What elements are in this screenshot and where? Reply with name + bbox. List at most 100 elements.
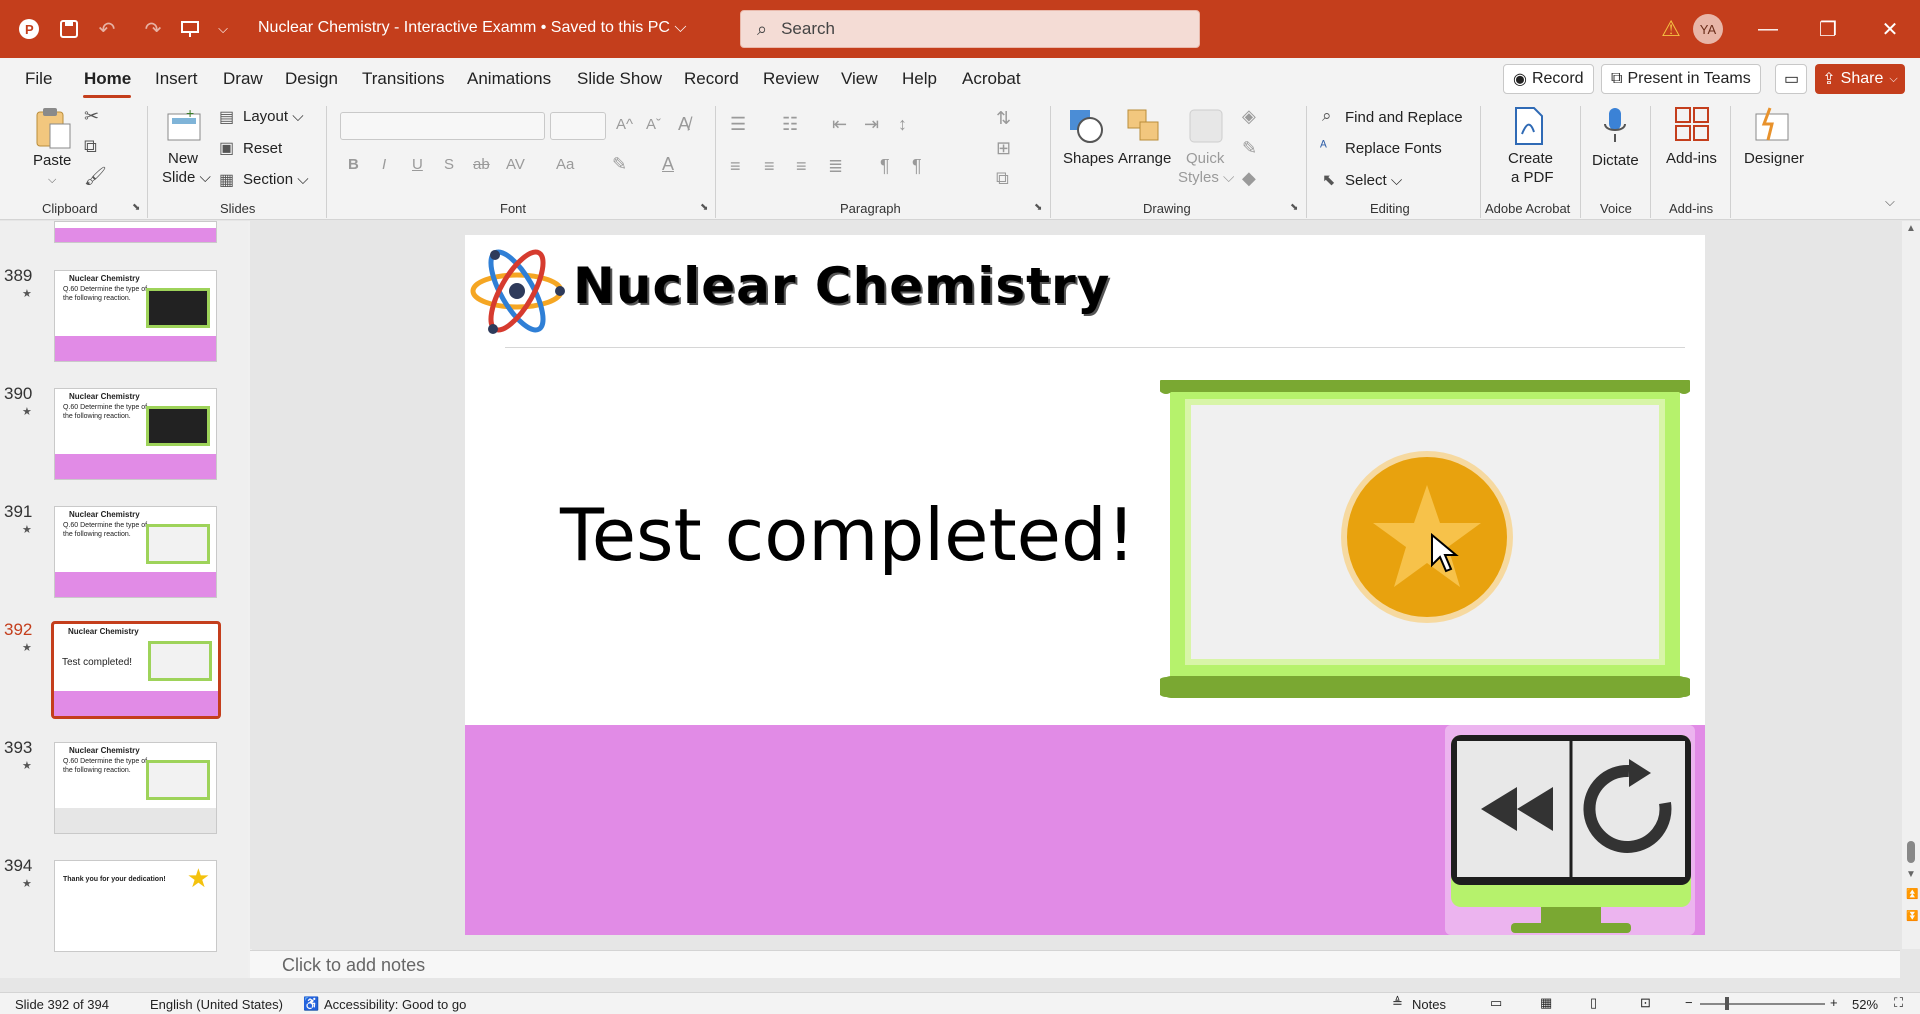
zoom-in-icon[interactable]: + [1830,995,1838,1010]
add-ins-icon[interactable] [1674,106,1710,147]
align-right-icon[interactable]: ≡ [796,156,807,177]
align-left-icon[interactable]: ≡ [730,156,741,177]
grow-font-button[interactable]: A^ [616,116,633,133]
zoom-slider[interactable] [1700,1003,1825,1005]
slide-canvas[interactable]: Nuclear Chemistry Test completed! [465,235,1705,935]
zoom-out-icon[interactable]: − [1685,995,1693,1010]
warning-icon[interactable]: ⚠ [1656,14,1686,44]
slide-thumbnail[interactable]: Thank you for your dedication! ★ [54,860,217,952]
slide-thumbnail[interactable]: Nuclear Chemistry Q.60 Determine the typ… [54,742,217,834]
smartart-icon[interactable]: ⧉ [996,168,1009,189]
tab-file[interactable]: File [25,69,52,89]
restart-button[interactable] [1573,749,1685,869]
fit-slide-icon[interactable]: ⛶ [1894,995,1903,1011]
slide-thumbnail[interactable] [54,221,217,243]
dialog-launcher-icon[interactable]: ⬊ [700,202,708,213]
comments-button[interactable]: ▭ [1775,64,1807,94]
font-family-select[interactable] [340,112,545,140]
microphone-icon[interactable] [1602,106,1628,151]
align-center-icon[interactable]: ≡ [764,156,775,177]
reset-button[interactable]: Reset [243,140,282,157]
layout-button[interactable]: Layout ⌵ [243,108,304,125]
select-button[interactable]: Select ⌵ [1345,172,1402,189]
search-input[interactable] [781,19,1162,39]
slide-sorter-icon[interactable]: ▦ [1540,995,1552,1011]
justify-icon[interactable]: ≣ [828,156,843,177]
zoom-level[interactable]: 52% [1852,997,1878,1012]
gold-star-medal-icon[interactable] [1339,449,1515,629]
increase-indent-icon[interactable]: ⇥ [864,114,879,135]
create-pdf-label[interactable]: Create [1508,150,1553,167]
chevron-down-icon[interactable]: ⌵ [48,174,56,187]
collapse-ribbon-icon[interactable]: ⌵ [1885,194,1895,210]
copy-icon[interactable]: ⧉ [84,136,97,157]
cut-icon[interactable]: ✂ [84,106,99,127]
quick-styles-label-2[interactable]: Styles ⌵ [1178,169,1234,186]
replace-fonts-icon[interactable]: ᴬ [1320,138,1327,155]
shadow-button[interactable]: S [444,156,454,173]
text-direction-icon[interactable]: ⇅ [996,108,1011,129]
notes-toggle[interactable]: Notes [1412,997,1446,1012]
paste-icon[interactable] [33,106,73,155]
strikethrough-button[interactable]: ab [473,156,490,173]
present-in-teams-button[interactable]: ⧉ Present in Teams [1601,64,1761,94]
new-slide-icon[interactable]: + [164,105,204,151]
section-button[interactable]: Section ⌵ [243,171,309,188]
tab-slide-show[interactable]: Slide Show [577,69,662,89]
notes-icon[interactable]: ≜ [1392,995,1403,1011]
tab-home[interactable]: Home [84,69,131,89]
find-and-replace-button[interactable]: Find and Replace [1345,109,1463,126]
create-pdf-label-2[interactable]: a PDF [1511,169,1554,186]
avatar[interactable]: YA [1693,14,1723,44]
slide-show-icon[interactable]: ⊡ [1640,995,1651,1011]
create-pdf-icon[interactable] [1512,106,1544,151]
shrink-font-button[interactable]: Aˇ [646,116,661,133]
document-title[interactable]: Nuclear Chemistry - Interactive Examm • … [258,19,687,37]
zoom-slider-thumb[interactable] [1725,997,1729,1010]
shapes-icon[interactable] [1066,106,1106,151]
quick-styles-label[interactable]: Quick [1186,150,1224,167]
search-box[interactable]: ⌕ [740,10,1200,48]
slide-thumbnail[interactable]: Nuclear Chemistry Q.60 Determine the typ… [54,270,217,362]
designer-label[interactable]: Designer [1744,150,1804,167]
bold-button[interactable]: B [348,156,359,173]
designer-icon[interactable] [1752,106,1792,151]
find-icon[interactable]: ⌕ [1322,106,1332,126]
tab-help[interactable]: Help [902,69,937,89]
format-painter-icon[interactable]: 🖌 [84,166,107,187]
undo-icon[interactable]: ↶ [92,14,122,44]
restore-icon[interactable]: ❐ [1808,10,1848,48]
clear-formatting-icon[interactable]: A̸ [678,114,690,135]
new-slide-label-2[interactable]: Slide ⌵ [162,169,211,186]
save-icon[interactable] [54,14,84,44]
tab-draw[interactable]: Draw [223,69,263,89]
customize-toolbar-icon[interactable]: ⌵ [208,14,238,44]
dialog-launcher-icon[interactable]: ⬊ [132,202,140,213]
accessibility-status[interactable]: Accessibility: Good to go [324,997,466,1012]
align-text-icon[interactable]: ⊞ [996,138,1011,159]
minimize-icon[interactable]: — [1748,10,1788,48]
tab-insert[interactable]: Insert [155,69,198,89]
shape-effects-icon[interactable]: ◆ [1242,168,1256,189]
arrange-label[interactable]: Arrange [1118,150,1171,167]
normal-view-icon[interactable]: ▭ [1490,995,1502,1011]
quick-styles-icon[interactable] [1186,106,1226,151]
line-spacing-icon[interactable]: ↕ [898,114,907,135]
font-size-select[interactable] [550,112,606,140]
editor-scrollbar[interactable]: ▲ ▼ ⏫ ⏬ [1902,221,1920,949]
highlight-icon[interactable]: ✎ [612,154,627,175]
redo-icon[interactable]: ↷ [138,14,168,44]
rtl-icon[interactable]: ¶ [912,156,922,177]
shapes-label[interactable]: Shapes [1063,150,1114,167]
numbering-icon[interactable]: ☷ [782,114,798,135]
ltr-icon[interactable]: ¶ [880,156,890,177]
tab-review[interactable]: Review [763,69,819,89]
layout-icon[interactable]: ▤ [219,107,234,127]
tab-transitions[interactable]: Transitions [362,69,445,89]
share-button[interactable]: ⇪ Share ⌵ [1815,64,1905,94]
slide-thumbnail-selected[interactable]: Nuclear Chemistry Test completed! [51,621,221,719]
reset-icon[interactable]: ▣ [219,138,234,158]
paste-label[interactable]: Paste [33,152,71,169]
slide-thumbnail[interactable]: Nuclear Chemistry Q.60 Determine the typ… [54,506,217,598]
shape-fill-icon[interactable]: ◈ [1242,106,1256,127]
